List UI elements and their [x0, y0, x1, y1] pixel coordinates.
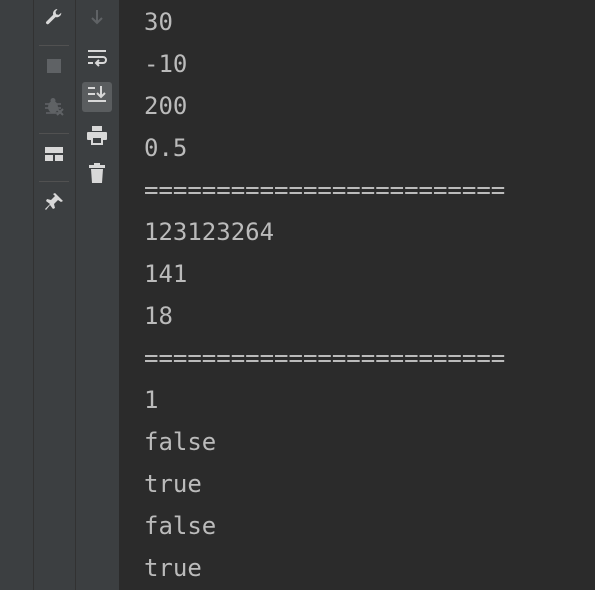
run-tool-window: 30 -10 200 0.5 =========================…: [0, 0, 595, 590]
console-line: true: [144, 470, 202, 498]
console-line: false: [144, 512, 217, 540]
stop-icon: [46, 58, 62, 78]
scroll-to-end-icon: [86, 85, 108, 109]
debug-button[interactable]: [39, 93, 69, 123]
arrow-down-icon: [89, 8, 105, 30]
layout-button[interactable]: [39, 141, 69, 171]
console-separator-line: =========================: [144, 344, 506, 372]
console-line: 1: [144, 386, 159, 414]
console-separator-line: =========================: [144, 176, 506, 204]
console-output[interactable]: 30 -10 200 0.5 =========================…: [120, 0, 595, 590]
scroll-down-button[interactable]: [82, 4, 112, 34]
console-line: true: [144, 554, 202, 582]
toolbar-left: [34, 0, 76, 590]
console-line: false: [144, 428, 217, 456]
pin-icon: [44, 192, 64, 216]
console-line: -10: [144, 50, 188, 78]
console-line: 18: [144, 302, 173, 330]
trash-icon: [88, 162, 106, 188]
stop-button[interactable]: [39, 53, 69, 83]
pin-button[interactable]: [39, 189, 69, 219]
console-line: 30: [144, 8, 173, 36]
debug-icon: [43, 95, 65, 121]
soft-wrap-icon: [86, 48, 108, 72]
print-button[interactable]: [82, 122, 112, 152]
layout-icon: [44, 146, 64, 166]
toolbar-separator: [39, 181, 69, 182]
left-gutter: [0, 0, 34, 590]
console-line: 123123264: [144, 218, 275, 246]
toolbar-separator: [39, 133, 69, 134]
toolbar-separator: [39, 45, 69, 46]
wrench-icon: [44, 7, 64, 31]
console-line: 200: [144, 92, 188, 120]
scroll-to-end-button[interactable]: [82, 82, 112, 112]
soft-wrap-button[interactable]: [82, 45, 112, 75]
print-icon: [86, 125, 108, 149]
toolbar-right: [76, 0, 119, 590]
settings-button[interactable]: [39, 4, 69, 34]
clear-all-button[interactable]: [82, 160, 112, 190]
console-line: 0.5: [144, 134, 188, 162]
console-line: 141: [144, 260, 188, 288]
